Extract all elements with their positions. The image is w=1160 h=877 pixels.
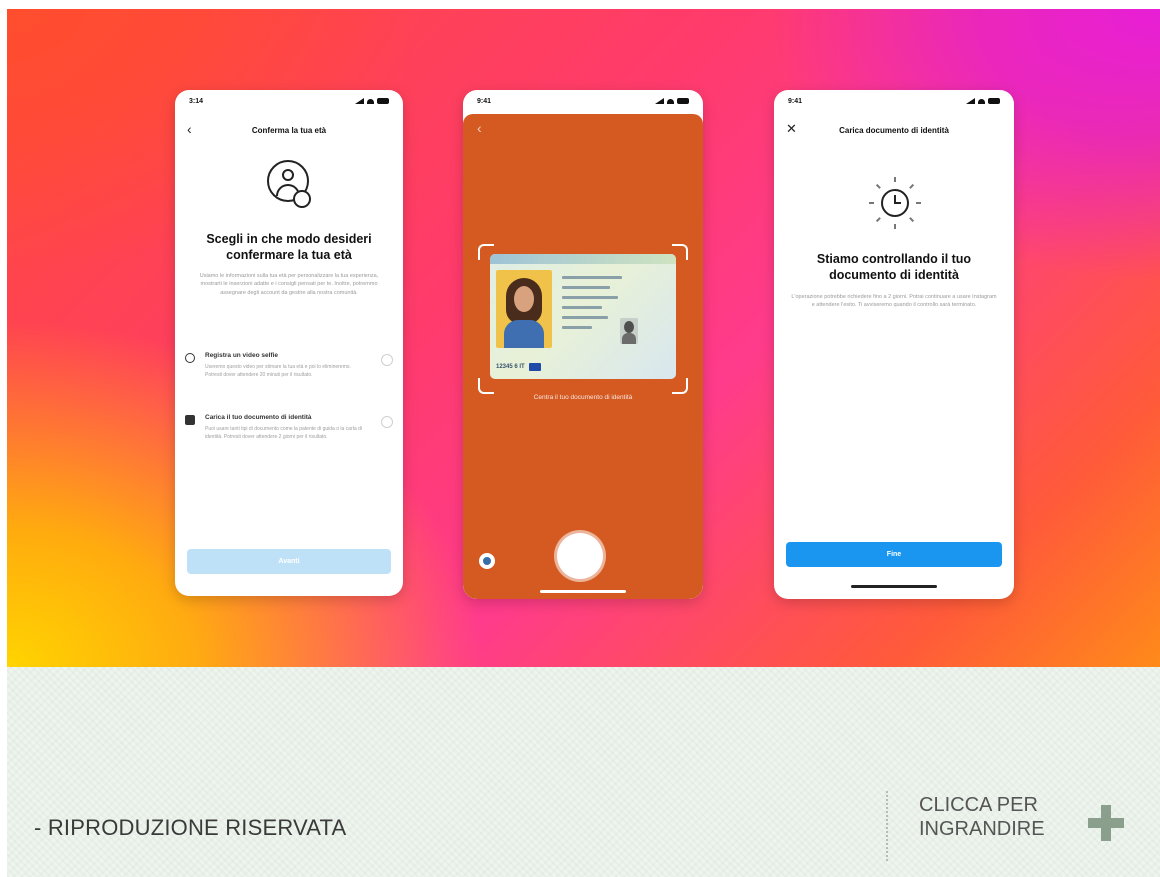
enlarge-line-1: CLICCA PER — [919, 794, 1038, 816]
nav-bar: ✕ Carica documento di identità — [774, 118, 1014, 142]
battery-icon — [988, 98, 1000, 104]
nav-bar: ‹ Conferma la tua età — [175, 118, 403, 142]
chevron-left-icon[interactable]: ‹ — [187, 121, 192, 137]
plus-icon[interactable] — [1088, 805, 1124, 841]
next-button[interactable]: Avanti — [187, 549, 391, 574]
radio-button[interactable] — [381, 416, 393, 428]
radio-button[interactable] — [381, 354, 393, 366]
clock-icon — [869, 177, 921, 229]
camera-caption: Centra il tuo documento di identità — [533, 394, 633, 401]
battery-icon — [377, 98, 389, 104]
done-button[interactable]: Fine — [786, 542, 1002, 567]
option-title: Carica il tuo documento di identità — [205, 414, 312, 421]
wifi-icon — [667, 98, 674, 104]
status-time: 9:41 — [477, 97, 492, 105]
gallery-image[interactable]: 3:14 ‹ Conferma la tua età Scegli in che… — [7, 9, 1160, 667]
signal-icon — [355, 98, 364, 104]
status-icons — [966, 98, 1000, 104]
chevron-left-icon[interactable]: ‹ — [477, 120, 482, 136]
home-indicator — [540, 590, 626, 593]
signal-icon — [966, 98, 975, 104]
wifi-icon — [367, 98, 374, 104]
phone-camera-scan: 9:41 ‹ 12345 6 IT Centra il tuo document… — [463, 90, 703, 599]
nav-title: Conferma la tua età — [251, 125, 327, 135]
heading: Scegli in che modo desideri confermare l… — [206, 232, 372, 263]
phone-id-review: 9:41 ✕ Carica documento di identità Stia… — [774, 90, 1014, 599]
scan-frame: 12345 6 IT — [478, 244, 688, 394]
option-desc: Useremo questo video per stimare la tua … — [205, 364, 351, 378]
status-icons — [655, 98, 689, 104]
option-title: Registra un video selfie — [205, 352, 278, 359]
camera-icon — [185, 353, 195, 363]
id-secondary-photo — [620, 318, 638, 344]
eu-flag-icon — [528, 363, 541, 371]
signal-icon — [655, 98, 664, 104]
enlarge-link[interactable]: CLICCA PER INGRANDIRE — [919, 793, 1069, 841]
image-gallery-frame: 3:14 ‹ Conferma la tua età Scegli in che… — [0, 0, 1160, 877]
id-card-icon — [185, 415, 195, 425]
battery-icon — [677, 98, 689, 104]
image-caption-bar: - RIPRODUZIONE RISERVATA CLICCA PER INGR… — [7, 667, 1160, 877]
status-bar: 3:14 — [175, 90, 403, 112]
option-id-document[interactable]: Carica il tuo documento di identità Puoi… — [185, 413, 393, 473]
camera-view: ‹ 12345 6 IT Centra il tuo documento di … — [463, 114, 703, 599]
nav-title: Carica documento di identità — [839, 125, 949, 135]
dotted-divider — [886, 791, 888, 861]
status-time: 9:41 — [788, 97, 803, 105]
home-indicator — [851, 585, 937, 588]
status-bar: 9:41 — [774, 90, 1014, 112]
status-time: 3:14 — [189, 97, 204, 105]
wifi-icon — [978, 98, 985, 104]
id-card-image: 12345 6 IT — [490, 254, 676, 379]
heading: Stiamo controllando il tuo documento di … — [816, 252, 972, 283]
option-video-selfie[interactable]: Registra un video selfie Useremo questo … — [185, 351, 393, 411]
status-icons — [355, 98, 389, 104]
camera-shutter-button[interactable] — [557, 533, 603, 579]
id-code: 12345 6 IT — [496, 361, 670, 373]
badge-icon — [293, 190, 311, 208]
phone-age-options: 3:14 ‹ Conferma la tua età Scegli in che… — [175, 90, 403, 596]
id-photo — [496, 270, 552, 348]
enlarge-line-2: INGRANDIRE — [919, 818, 1045, 840]
body-text: Usiamo le informazioni sulla tua età per… — [199, 273, 379, 296]
status-bar: 9:41 — [463, 90, 703, 112]
copyright-text: - RIPRODUZIONE RISERVATA — [34, 815, 347, 840]
gallery-icon[interactable] — [479, 553, 495, 569]
option-desc: Puoi usare tanti tipi di documento come … — [205, 426, 363, 440]
close-icon[interactable]: ✕ — [786, 121, 797, 137]
body-text: L'operazione potrebbe richiedere fino a … — [791, 294, 997, 309]
